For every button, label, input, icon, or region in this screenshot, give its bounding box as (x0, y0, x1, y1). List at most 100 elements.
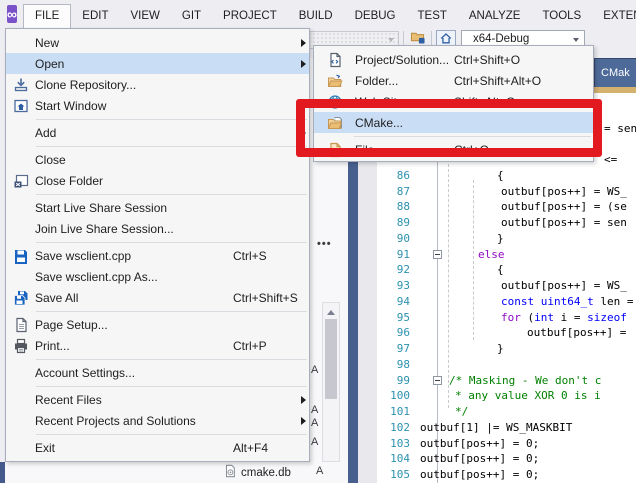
menu-item-shortcut: Ctrl+Shift+Alt+O (454, 74, 593, 88)
git-status-letter: A (311, 436, 318, 448)
file-menu-item-exit[interactable]: ExitAlt+F4 (6, 437, 309, 458)
menubar-item-project[interactable]: PROJECT (212, 4, 288, 28)
file-menu-item-recent-projects-and-solutions[interactable]: Recent Projects and Solutions (6, 410, 309, 431)
open-submenu-item-folder[interactable]: Folder...Ctrl+Shift+Alt+O (314, 70, 593, 91)
solution-explorer-bottom: cmake.db A (5, 462, 348, 483)
git-status-letter: A (311, 364, 318, 376)
menu-item-shortcut: Ctrl+P (233, 339, 299, 353)
start-window-icon (6, 98, 35, 114)
file-menu-item-close[interactable]: Close (6, 149, 309, 170)
menubar-item-extensions[interactable]: EXTENSIONS (592, 4, 636, 28)
menu-item-label: Start Window (35, 99, 233, 113)
project-solution-icon (314, 52, 355, 68)
indent-guide (473, 180, 474, 340)
menu-bar: ∞ FILEEDITVIEWGITPROJECTBUILDDEBUGTESTAN… (0, 0, 636, 28)
menu-separator (36, 194, 307, 195)
menu-separator (36, 311, 307, 312)
menu-item-label: Project/Solution... (355, 53, 454, 67)
menu-item-shortcut: Ctrl+S (233, 249, 299, 263)
scroll-up-arrow-icon[interactable] (327, 310, 335, 315)
file-name: cmake.db (241, 467, 291, 479)
indent-guide (448, 164, 449, 408)
menu-item-label: Close (35, 153, 233, 167)
tab-cmake-document[interactable]: CMak (595, 59, 636, 87)
menu-item-label: Open (35, 57, 233, 71)
open-folder-icon (314, 73, 355, 89)
menubar-item-test[interactable]: TEST (407, 4, 458, 28)
solution-explorer-item-cmake-db[interactable]: cmake.db (223, 463, 291, 482)
menubar-item-file[interactable]: FILE (23, 4, 71, 28)
file-menu-item-save-all[interactable]: Save AllCtrl+Shift+S (6, 287, 309, 308)
file-menu-item-recent-files[interactable]: Recent Files (6, 389, 309, 410)
file-menu-item-open[interactable]: Open (6, 53, 309, 74)
chevron-down-icon (388, 38, 394, 42)
menu-item-label: Recent Projects and Solutions (35, 414, 233, 428)
menu-item-label: Add (35, 126, 233, 140)
menu-separator (36, 386, 307, 387)
menu-item-shortcut: Ctrl+Shift+S (233, 291, 299, 305)
menubar-item-build[interactable]: BUILD (288, 4, 344, 28)
menu-separator (36, 434, 307, 435)
file-menu-item-account-settings[interactable]: Account Settings... (6, 362, 309, 383)
file-menu-item-save-wsclient-cpp-as[interactable]: Save wsclient.cpp As... (6, 266, 309, 287)
file-menu-item-start-window[interactable]: Start Window (6, 95, 309, 116)
menu-item-label: Start Live Share Session (35, 201, 233, 215)
clone-repository-icon (6, 77, 35, 93)
scrollbar-thumb[interactable] (325, 319, 337, 399)
menu-item-label: Close Folder (35, 174, 233, 188)
menubar-item-edit[interactable]: EDIT (71, 4, 119, 28)
print-icon (6, 338, 35, 354)
file-menu-item-save-wsclient-cpp[interactable]: Save wsclient.cppCtrl+S (6, 245, 309, 266)
file-menu-item-clone-repository[interactable]: Clone Repository... (6, 74, 309, 95)
solution-explorer-scrollbar[interactable] (322, 302, 340, 462)
git-status-letter: A (311, 404, 318, 416)
save-icon (6, 248, 35, 264)
menubar-item-view[interactable]: VIEW (119, 4, 170, 28)
visual-studio-window: x64-Debug CMak 86{87outbuf[pos++] = WS_8… (0, 0, 636, 483)
menubar-item-analyze[interactable]: ANALYZE (458, 4, 532, 28)
file-menu-item-add[interactable]: Add (6, 122, 309, 143)
file-menu-item-print[interactable]: Print...Ctrl+P (6, 335, 309, 356)
open-submenu-item-project-solution[interactable]: Project/Solution...Ctrl+Shift+O (314, 49, 593, 70)
menu-item-label: Save wsclient.cpp As... (35, 270, 233, 284)
menubar-item-git[interactable]: GIT (171, 4, 212, 28)
overflow-dots: ••• (317, 238, 332, 250)
file-menu-item-page-setup[interactable]: Page Setup... (6, 314, 309, 335)
chevron-down-icon (573, 38, 579, 42)
menu-separator (36, 119, 307, 120)
menubar-item-tools[interactable]: TOOLS (531, 4, 592, 28)
submenu-arrow-icon (301, 60, 306, 68)
visual-studio-logo-icon: ∞ (7, 5, 17, 23)
menu-item-label: Exit (35, 441, 233, 455)
tab-label: CMak (601, 67, 630, 79)
outlining-margin-line (437, 162, 438, 483)
menu-item-label: Account Settings... (35, 366, 233, 380)
menu-item-label: Clone Repository... (35, 78, 233, 92)
page-setup-icon (6, 317, 35, 333)
file-menu-item-new[interactable]: New (6, 32, 309, 53)
git-status-letter: A (316, 465, 323, 477)
file-menu-popup: New Open Clone Repository... Start Window Ad… (5, 28, 310, 462)
menu-item-label: Recent Files (35, 393, 233, 407)
database-file-icon (223, 464, 237, 481)
menu-item-shortcut: Alt+F4 (233, 441, 299, 455)
menu-item-label: New (35, 36, 233, 50)
file-menu-item-start-live-share-session[interactable]: Start Live Share Session (6, 197, 309, 218)
menubar-item-debug[interactable]: DEBUG (344, 4, 407, 28)
menu-separator (36, 359, 307, 360)
annotation-highlight-rectangle (296, 99, 602, 157)
submenu-arrow-icon (301, 417, 306, 425)
git-status-letter: A (311, 417, 318, 429)
file-menu-item-join-live-share-session[interactable]: Join Live Share Session... (6, 218, 309, 239)
close-folder-icon (6, 173, 35, 189)
menu-item-label: Save All (35, 291, 233, 305)
menu-item-label: Folder... (355, 74, 454, 88)
menu-item-shortcut: Ctrl+Shift+O (454, 53, 593, 67)
menu-item-label: Save wsclient.cpp (35, 249, 233, 263)
build-configuration-value: x64-Debug (473, 33, 529, 45)
menu-item-label: Print... (35, 339, 233, 353)
file-menu-item-close-folder[interactable]: Close Folder (6, 170, 309, 191)
submenu-arrow-icon (301, 396, 306, 404)
submenu-arrow-icon (301, 39, 306, 47)
menu-separator (36, 146, 307, 147)
